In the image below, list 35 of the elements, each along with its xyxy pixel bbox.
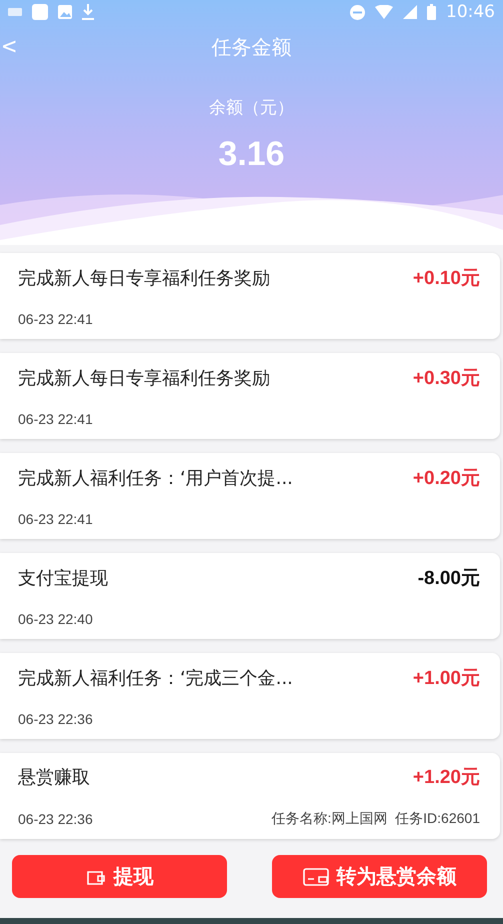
signal-icon — [403, 5, 417, 19]
record-time: 06-23 22:36 — [18, 811, 93, 827]
record-time: 06-23 22:36 — [18, 711, 93, 727]
balance-value: 3.16 — [218, 135, 285, 174]
action-button[interactable]: 提现 — [12, 855, 227, 898]
keyboard-icon — [8, 7, 22, 17]
record-time: 06-23 22:40 — [18, 611, 93, 627]
back-button[interactable]: < — [2, 32, 16, 60]
record-title: 完成新人每日专享福利任务奖励 — [18, 267, 270, 290]
wifi-icon — [375, 5, 393, 19]
record-amount: +0.20元 — [412, 467, 480, 491]
record-title: 悬赏赚取 — [18, 766, 90, 789]
record-amount: +0.30元 — [412, 367, 480, 391]
record-detail: 任务名称:网上国网 任务ID:62601 — [272, 810, 480, 828]
record-amount: -8.00元 — [418, 567, 480, 591]
status-time: 10:46 — [446, 2, 495, 22]
download-icon — [82, 4, 94, 20]
image-icon — [58, 5, 72, 19]
record-title: 完成新人每日专享福利任务奖励 — [18, 367, 270, 390]
record-title: 支付宝提现 — [18, 567, 108, 590]
action-button[interactable]: 转为悬赏余额 — [272, 855, 487, 898]
notification-square-icon — [32, 4, 48, 20]
balance-label: 余额（元） — [209, 97, 294, 119]
record-title: 完成新人福利任务：‘完成三个金... — [18, 667, 293, 690]
do-not-disturb-icon — [350, 4, 365, 20]
card-icon — [302, 866, 328, 886]
record-title: 完成新人福利任务：‘用户首次提... — [18, 467, 293, 490]
record-amount: +1.20元 — [412, 766, 480, 790]
record-amount: +0.10元 — [412, 267, 480, 291]
record-time: 06-23 22:41 — [18, 311, 93, 327]
record-amount: +1.00元 — [412, 667, 480, 691]
battery-icon — [427, 4, 436, 20]
page-title: 任务金额 — [212, 34, 292, 60]
record-time: 06-23 22:41 — [18, 411, 93, 427]
record-time: 06-23 22:41 — [18, 511, 93, 527]
